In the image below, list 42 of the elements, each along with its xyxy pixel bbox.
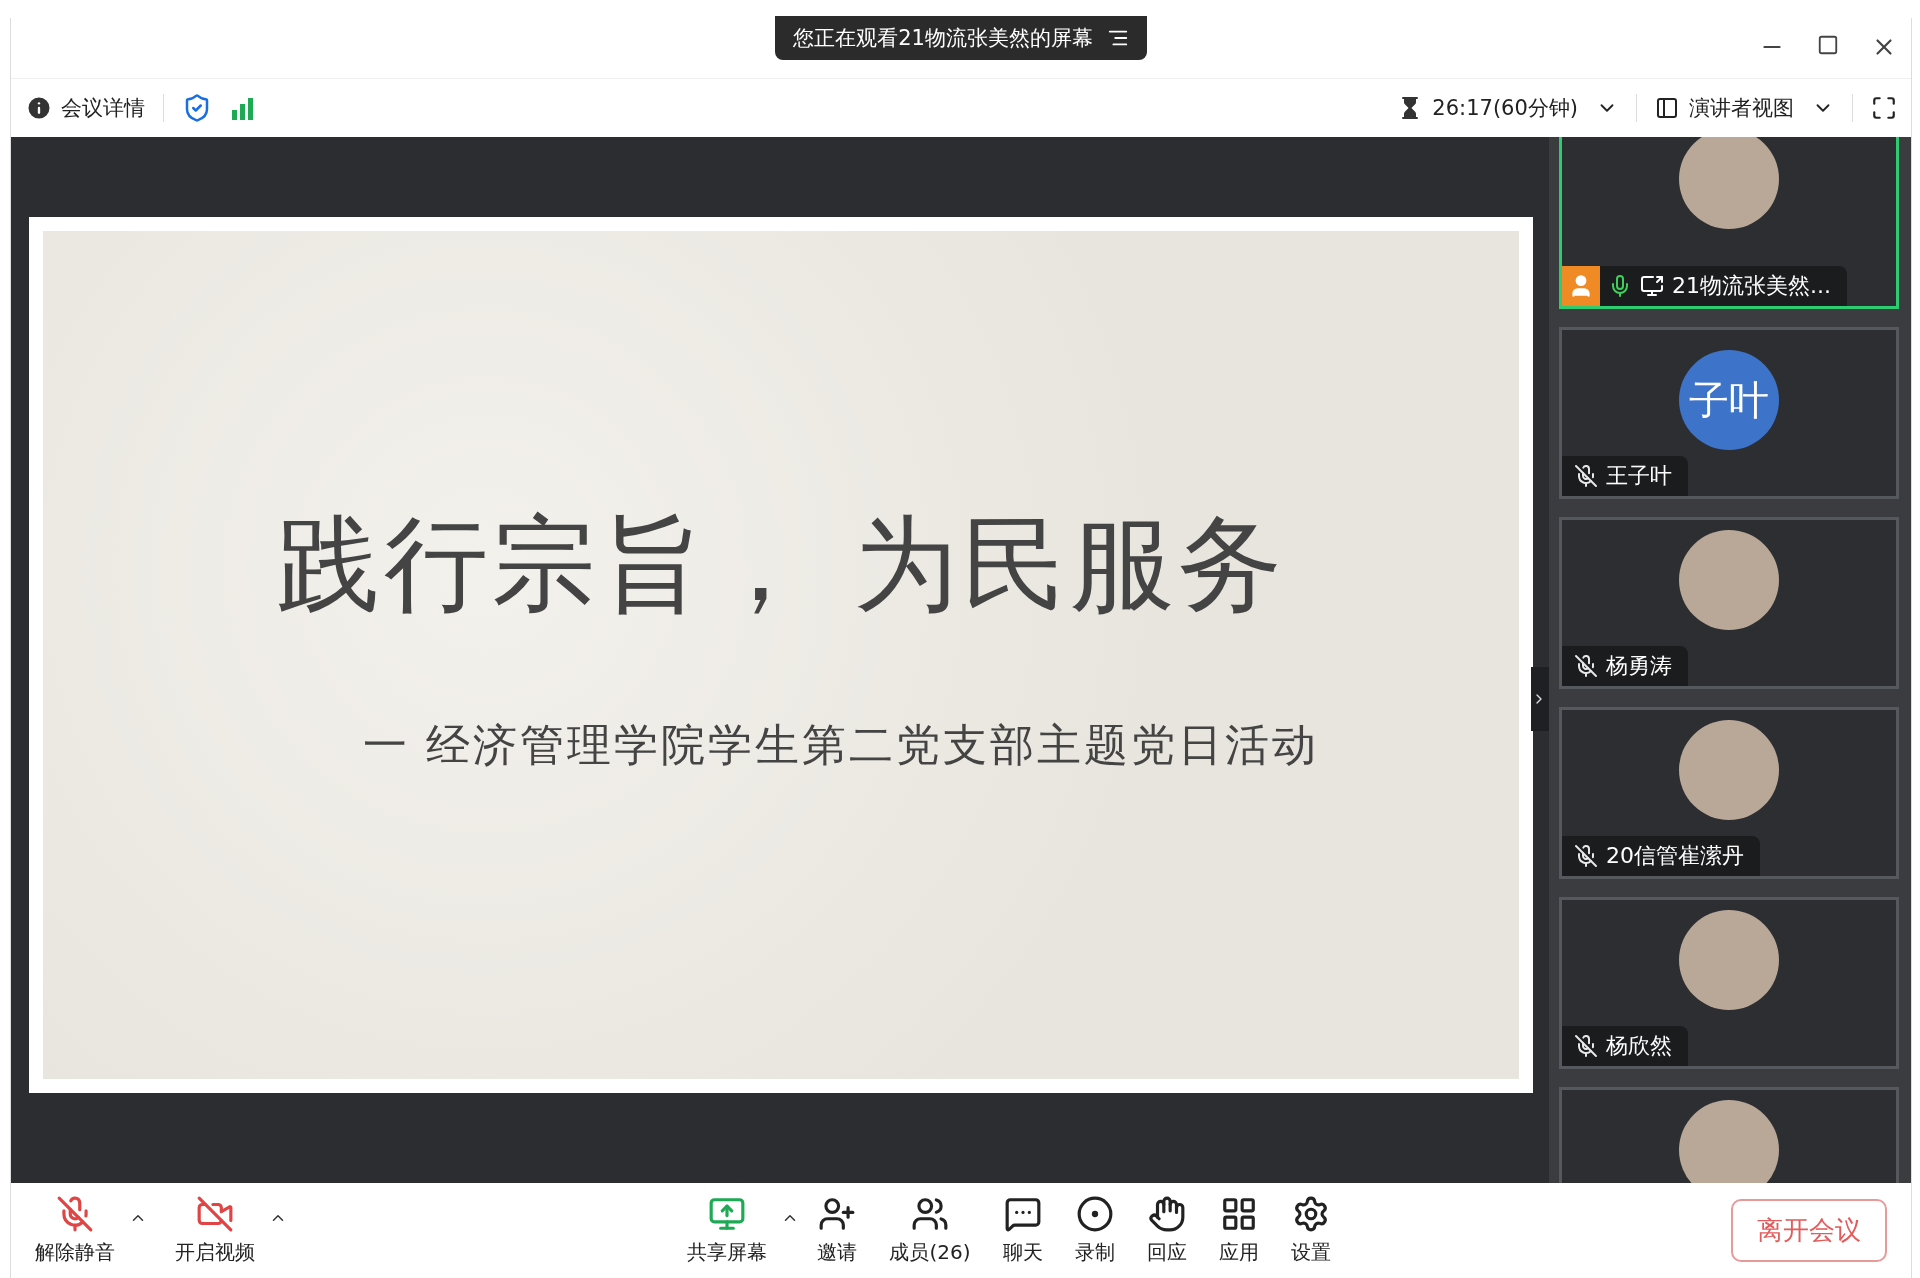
- apps-button[interactable]: 应用: [1204, 1195, 1273, 1266]
- members-button[interactable]: 成员(26): [875, 1195, 985, 1266]
- participant-tile[interactable]: 杨勇涛: [1559, 517, 1899, 689]
- layout-icon: [1655, 96, 1679, 120]
- video-off-button[interactable]: 开启视频: [161, 1195, 269, 1266]
- invite-button[interactable]: 邀请: [803, 1195, 872, 1266]
- leave-meeting-button[interactable]: 离开会议: [1731, 1199, 1887, 1262]
- collapse-handle[interactable]: [1531, 667, 1549, 731]
- people-icon: [911, 1195, 949, 1233]
- muted-microphone-icon: [56, 1195, 94, 1233]
- hand-icon: [1147, 1195, 1186, 1233]
- chat-button[interactable]: 聊天: [988, 1195, 1057, 1266]
- video-off-icon: [196, 1195, 234, 1233]
- slide-subtitle: 一 经济管理学院学生第二党支部主题党日活动: [361, 717, 1320, 772]
- signal-icon[interactable]: [230, 96, 256, 120]
- meeting-timer: 26:17(60分钟): [1432, 95, 1578, 122]
- share-button[interactable]: 共享屏幕: [673, 1195, 782, 1266]
- participant-name: 杨欣然: [1606, 1032, 1672, 1060]
- slide-title: 践行宗旨， 为民服务: [276, 501, 1286, 627]
- participant-name: 杨勇涛: [1606, 652, 1672, 680]
- view-mode-dropdown[interactable]: 演讲者视图: [1689, 94, 1794, 122]
- banner-text: 您正在观看21物流张美然的屏幕: [793, 25, 1093, 52]
- meeting-info-link[interactable]: 会议详情: [61, 94, 145, 122]
- chat-bubble-icon: [1003, 1195, 1042, 1233]
- settings-button[interactable]: 设置: [1276, 1195, 1345, 1266]
- fullscreen-icon[interactable]: [1871, 95, 1897, 121]
- record-button[interactable]: 录制: [1060, 1195, 1129, 1266]
- participant-tile[interactable]: 杨欣然: [1559, 897, 1899, 1069]
- maximize-icon[interactable]: [1817, 34, 1839, 56]
- participant-tile[interactable]: 21物流张美然...: [1559, 137, 1899, 309]
- participant-name: 王子叶: [1606, 462, 1672, 490]
- record-icon: [1075, 1195, 1114, 1233]
- mic-off-button[interactable]: 解除静音: [21, 1195, 129, 1266]
- initials-avatar: 子叶: [1679, 350, 1779, 450]
- react-button[interactable]: 回应: [1132, 1195, 1201, 1266]
- info-icon[interactable]: [25, 94, 53, 122]
- share-screen-icon: [708, 1195, 747, 1233]
- participant-tile[interactable]: 20信管崔潆丹: [1559, 707, 1899, 879]
- add-person-icon: [818, 1195, 857, 1233]
- participant-name: 21物流张美然...: [1672, 272, 1831, 300]
- participant-tile[interactable]: 子叶 王子叶: [1559, 327, 1899, 499]
- participant-name: 20信管崔潆丹: [1606, 842, 1744, 870]
